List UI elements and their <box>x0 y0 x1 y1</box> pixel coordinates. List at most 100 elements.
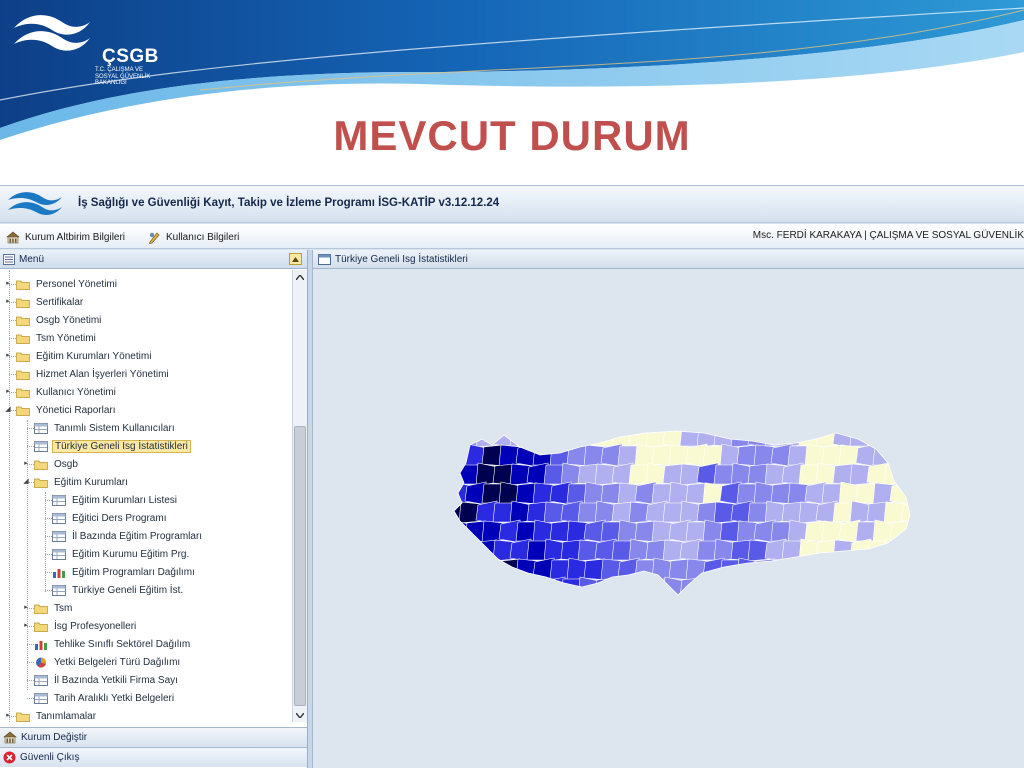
expand-icon[interactable]: ▸ <box>4 712 12 720</box>
province-region <box>454 431 466 449</box>
menu-item[interactable]: Eğitim Kurumları <box>34 474 130 490</box>
tree-guide-line <box>45 492 46 592</box>
menu-item[interactable]: Türkiye Geneli Eğitim İst. <box>52 582 185 598</box>
kurum-altbirim-button[interactable]: Kurum Altbirim Bilgileri <box>6 229 125 245</box>
province-region <box>652 596 675 607</box>
table-icon <box>34 440 48 452</box>
province-region <box>730 578 755 595</box>
kullanici-bilgileri-button[interactable]: Kullanıcı Bilgileri <box>148 229 239 245</box>
slide-title: MEVCUT DURUM <box>333 112 691 159</box>
menu-item-label: Sertifikalar <box>36 296 84 308</box>
slide: ÇSGB T.C. ÇALIŞMA VE SOSYAL GÜVENLİK BAK… <box>0 0 1024 768</box>
menu-item[interactable]: Tsm Yönetimi <box>16 330 98 346</box>
tree-guide-line <box>45 500 52 501</box>
collapse-icon[interactable]: ◢ <box>22 478 30 486</box>
collapse-icon[interactable]: ◢ <box>4 406 12 414</box>
province-region <box>764 431 789 447</box>
province-region <box>454 540 466 561</box>
menu-item[interactable]: İl Bazında Yetkili Firma Sayı <box>34 672 180 688</box>
scroll-up-button[interactable] <box>293 270 307 284</box>
map-area <box>313 270 1024 768</box>
menu-collapse-button[interactable] <box>289 253 302 265</box>
menu-item[interactable]: Tarih Aralıklı Yetki Belgeleri <box>34 690 176 706</box>
province-region <box>464 559 489 580</box>
content-panel: Türkiye Geneli Isg İstatistikleri <box>312 250 1024 768</box>
menu-item[interactable]: İl Bazında Eğitim Programları <box>52 528 204 544</box>
menu-item-label: Tanımlı Sistem Kullanıcıları <box>54 422 175 434</box>
pie-chart-icon <box>36 656 47 668</box>
menu-item[interactable]: Personel Yönetimi <box>16 276 119 292</box>
province-region <box>764 577 789 595</box>
province-region <box>787 557 812 582</box>
province-region <box>906 444 910 467</box>
menu-item[interactable]: Türkiye Geneli Isg İstatistikleri <box>34 438 191 454</box>
expand-icon[interactable]: ▸ <box>4 352 12 360</box>
menu-item[interactable]: Eğitim Programları Dağılımı <box>52 564 197 580</box>
menu-item[interactable]: Sertifikalar <box>16 294 85 310</box>
app-window: İş Sağlığı ve Güvenliği Kayıt, Takip ve … <box>0 185 1024 768</box>
scroll-down-button[interactable] <box>293 708 307 722</box>
menu-item[interactable]: İsg Profesyonelleri <box>34 618 138 634</box>
menu-item[interactable]: Yetki Belgeleri Türü Dağılımı <box>34 654 182 670</box>
folder-icon <box>16 352 30 362</box>
folder-icon <box>16 334 30 344</box>
province-region <box>454 557 472 582</box>
expand-icon[interactable]: ▸ <box>22 622 30 630</box>
menu-item[interactable]: Tanımlamalar <box>16 708 98 722</box>
province-region <box>889 481 910 506</box>
menu-item[interactable]: Tehlike Sınıflı Sektörel Dağılım <box>34 636 192 652</box>
province-region <box>849 431 874 447</box>
menu-item-label: Türkiye Geneli Isg İstatistikleri <box>52 439 191 453</box>
kurum-degistir-label: Kurum Değiştir <box>21 732 88 743</box>
expand-icon[interactable]: ▸ <box>4 388 12 396</box>
app-title: İş Sağlığı ve Güvenliği Kayıt, Takip ve … <box>78 197 500 209</box>
menu-item[interactable]: Eğitim Kurumları Listesi <box>52 492 179 508</box>
province-region <box>448 597 471 607</box>
province-region <box>906 557 910 582</box>
expand-icon[interactable]: ▸ <box>22 604 30 612</box>
menu-item[interactable]: Tsm <box>34 600 74 616</box>
menu-item[interactable]: Osgb <box>34 456 80 472</box>
folder-icon <box>16 712 30 722</box>
province-region <box>594 577 619 595</box>
table-icon <box>52 584 66 596</box>
turkey-province-map <box>448 430 911 607</box>
province-region <box>713 576 738 595</box>
expand-icon[interactable]: ▸ <box>22 460 30 468</box>
province-region <box>679 577 704 595</box>
menu-item-label: Tehlike Sınıflı Sektörel Dağılım <box>54 638 191 650</box>
menu-item[interactable]: Osgb Yönetimi <box>16 312 103 328</box>
province-region <box>635 597 658 607</box>
menu-scrollbar[interactable] <box>292 270 307 722</box>
menu-item-label: Tsm <box>54 602 73 614</box>
tab-isg-istatistikleri[interactable]: Türkiye Geneli Isg İstatistikleri <box>313 250 1024 269</box>
province-region <box>855 558 880 581</box>
menu-item[interactable]: Eğitim Kurumları Yönetimi <box>16 348 153 364</box>
menu-item[interactable]: Eğitici Ders Programı <box>52 510 168 526</box>
province-region <box>838 558 863 581</box>
folder-icon <box>16 406 30 416</box>
tree-guide-line <box>9 374 16 375</box>
menu-item[interactable]: Kullanıcı Yönetimi <box>16 384 118 400</box>
chevron-down-icon <box>296 712 304 718</box>
scroll-thumb[interactable] <box>294 426 306 706</box>
menu-header: Menü <box>0 250 307 269</box>
menu-item-label: Eğitim Kurumları <box>54 476 128 488</box>
user-info: Msc. FERDİ KARAKAYA | ÇALIŞMA VE SOSYAL … <box>752 230 1024 241</box>
folder-icon <box>34 622 48 632</box>
menu-item[interactable]: Eğitim Kurumu Eğitim Prg. <box>52 546 191 562</box>
guvenli-cikis-button[interactable]: Güvenli Çıkış <box>0 747 307 767</box>
province-region <box>804 559 829 580</box>
kurum-altbirim-label: Kurum Altbirim Bilgileri <box>25 231 126 243</box>
menu-panel: Menü ▸ Personel Yönetimi ▸ Sertifikalar Osgb… <box>0 250 308 768</box>
menu-item[interactable]: Yönetici Raporları <box>16 402 117 418</box>
kurum-degistir-button[interactable]: Kurum Değiştir <box>0 727 307 747</box>
menu-item[interactable]: Tanımlı Sistem Kullanıcıları <box>34 420 177 436</box>
building-icon <box>3 731 17 744</box>
expand-icon[interactable]: ▸ <box>4 298 12 306</box>
menu-item[interactable]: Hizmet Alan İşyerleri Yönetimi <box>16 366 171 382</box>
folder-icon <box>34 478 48 488</box>
menu-item-label: Osgb <box>54 458 78 470</box>
expand-icon[interactable]: ▸ <box>4 280 12 288</box>
user-edit-icon <box>148 231 160 244</box>
